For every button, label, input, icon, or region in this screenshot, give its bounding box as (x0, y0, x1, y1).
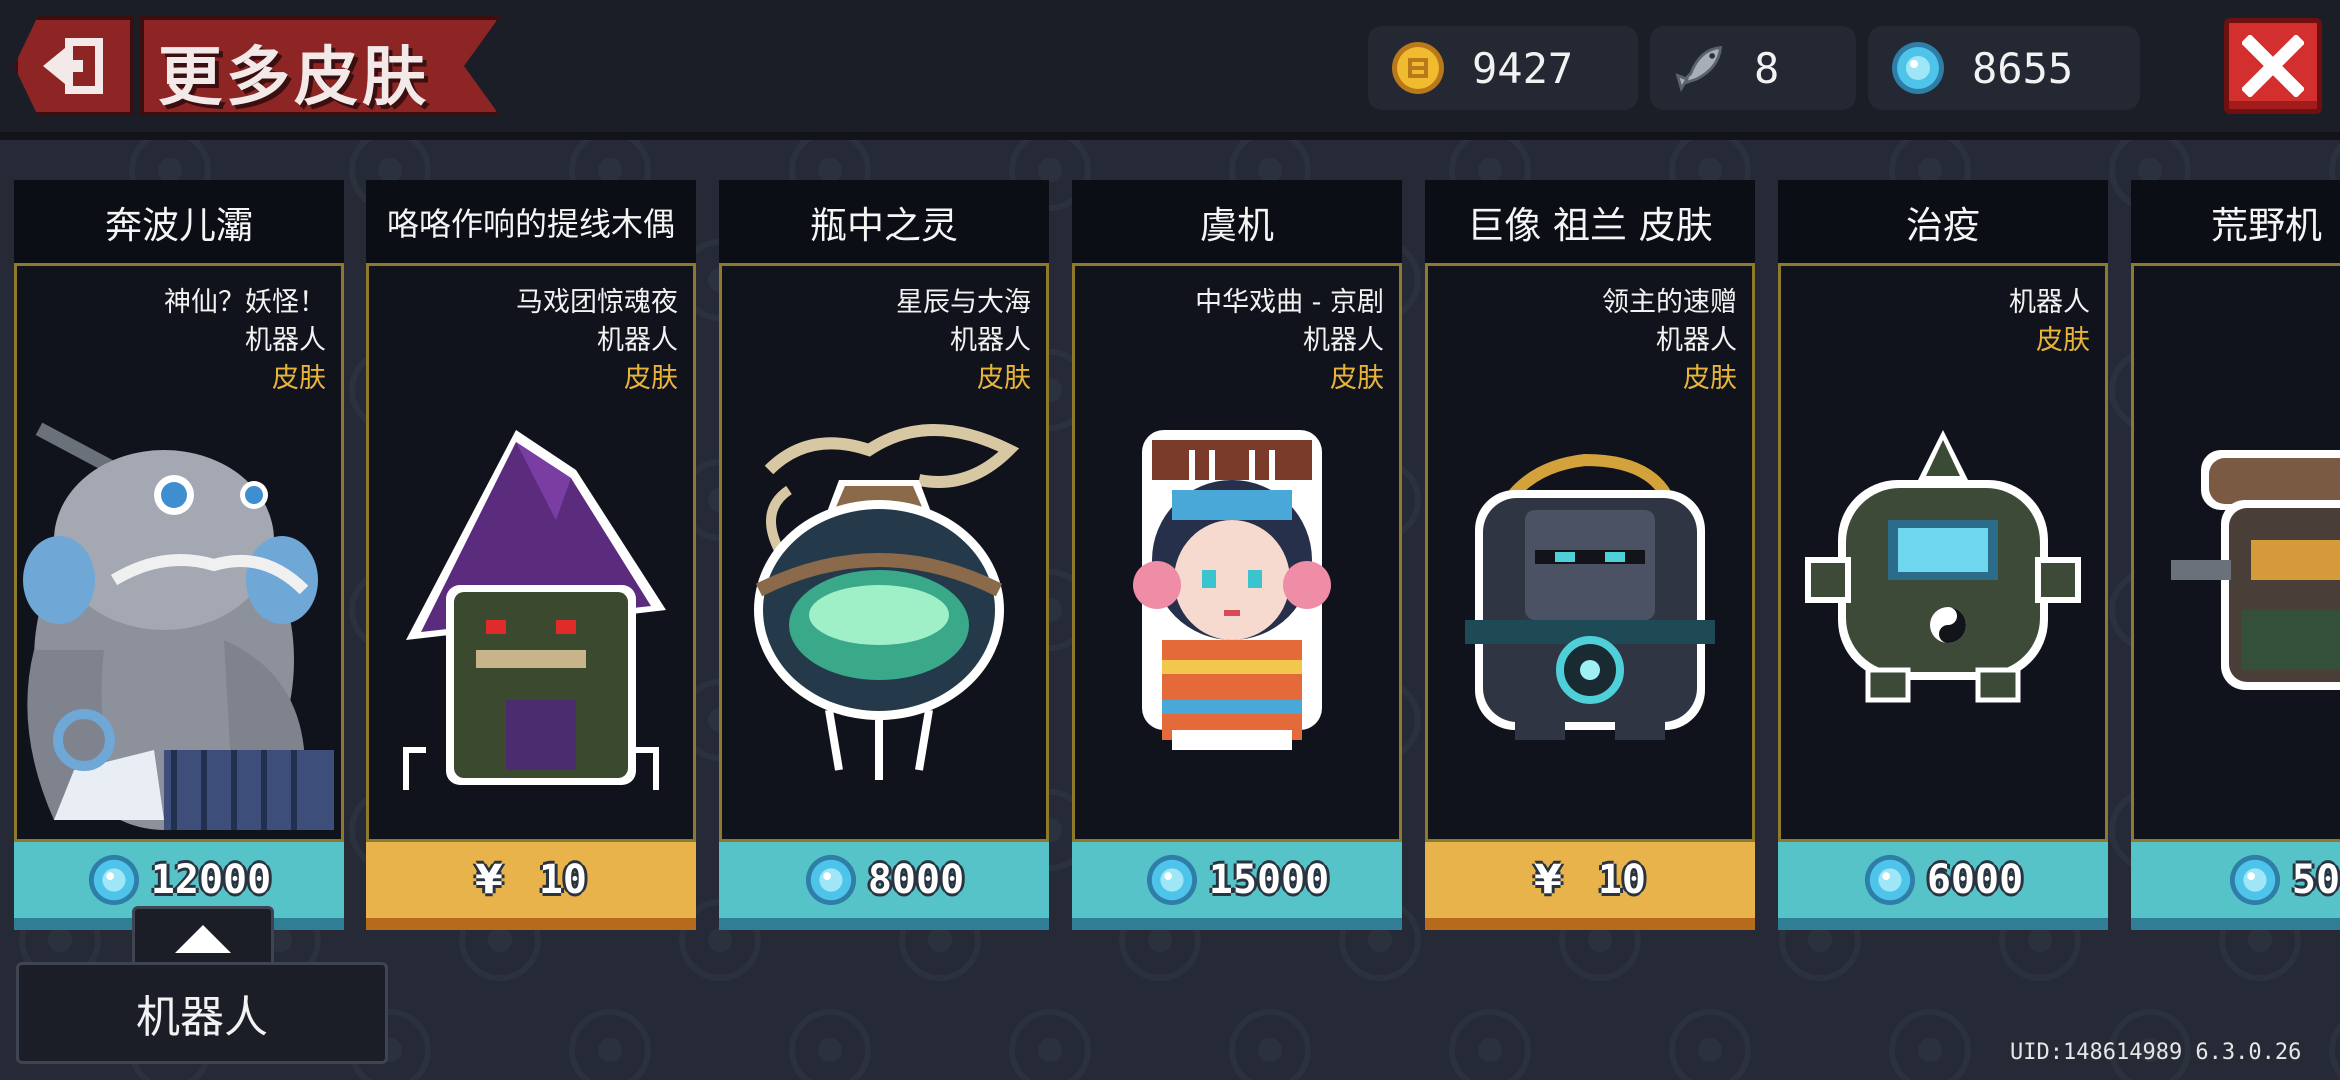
skin-name-bar: 荒野机 (2131, 180, 2340, 266)
skin-hero: 机器人 (2009, 287, 2090, 318)
skin-name-bar: 治疫 (1778, 180, 2108, 266)
close-icon (2242, 35, 2304, 97)
skin-card[interactable]: 奔波儿灞 神仙？妖怪！ 机器人 皮肤 12000 (14, 180, 344, 930)
skin-card[interactable]: 荒野机 500 (2131, 180, 2340, 930)
fish-value: 8 (1754, 43, 1780, 93)
skin-price-button[interactable]: 15000 (1072, 842, 1402, 930)
skin-series: 领主的速赠 (1602, 287, 1737, 318)
skin-price: 12000 (150, 857, 272, 903)
censer-robot-character (1805, 430, 2081, 703)
colossus-knight-character (1465, 453, 1715, 740)
page-title: 更多皮肤 (158, 41, 430, 115)
gold-value: 9427 (1472, 43, 1574, 93)
skin-series: 神仙？妖怪！ (164, 287, 326, 318)
skin-series: 星辰与大海 (896, 287, 1031, 318)
skin-name-bar: 咯咯作响的提线木偶 (366, 180, 696, 266)
back-button[interactable] (14, 16, 134, 116)
cowboy-robot-character (2171, 450, 2340, 690)
gem-icon (805, 854, 856, 906)
skin-name-bar: 瓶中之灵 (719, 180, 1049, 266)
skin-hero: 机器人 (1303, 325, 1384, 356)
skin-price: 6000 (1926, 857, 2024, 903)
skin-series: 马戏团惊魂夜 (516, 287, 678, 318)
skin-card[interactable]: 瓶中之灵 星辰与大海 机器人 皮肤 8000 (719, 180, 1049, 930)
skin-name-bar: 奔波儿灞 (14, 180, 344, 266)
page-title-banner: 更多皮肤 (140, 16, 500, 116)
gold-counter: 9427 (1368, 26, 1638, 110)
uid-version-label: UID:148614989 6.3.0.26 (2010, 1040, 2302, 1065)
fish-icon (1672, 40, 1728, 96)
skin-series: 中华戏曲 - 京剧 (1195, 287, 1384, 318)
top-bar-divider (0, 132, 2340, 140)
gem-value: 8655 (1972, 43, 2074, 93)
skin-tag: 皮肤 (977, 363, 1031, 394)
skin-price-button[interactable]: 6000 (1778, 842, 2108, 930)
skin-hero: 机器人 (1656, 325, 1737, 356)
skin-meta: 马戏团惊魂夜 机器人 皮肤 (516, 284, 678, 398)
skin-meta: 领主的速赠 机器人 皮肤 (1602, 284, 1737, 398)
skin-card[interactable]: 咯咯作响的提线木偶 马戏团惊魂夜 机器人 皮肤 ¥ 10 (366, 180, 696, 930)
gold-coin-icon (1390, 40, 1446, 96)
gem-icon (88, 854, 139, 906)
skin-price: 8000 (867, 857, 965, 903)
skin-price: 15000 (1208, 857, 1330, 903)
currency-symbol: ¥ (474, 857, 503, 903)
skin-tag: 皮肤 (2036, 325, 2090, 356)
exit-icon (43, 38, 103, 94)
skin-hero: 机器人 (950, 325, 1031, 356)
skin-tag: 皮肤 (1683, 363, 1737, 394)
skin-tag: 皮肤 (1330, 363, 1384, 394)
skin-name: 治疫 (1906, 203, 1980, 247)
skin-price-button[interactable]: ¥ 10 (1425, 842, 1755, 930)
skin-price-button[interactable]: 500 (2131, 842, 2340, 930)
skin-list[interactable]: 奔波儿灞 神仙？妖怪！ 机器人 皮肤 12000 咯咯作响的提线木偶 马戏团惊魂… (0, 0, 2340, 1080)
skin-name: 虞机 (1200, 203, 1274, 247)
skin-name-bar: 巨像 祖兰 皮肤 (1425, 180, 1755, 266)
category-selector[interactable]: 机器人 (16, 962, 388, 1064)
caret-up-icon (175, 924, 231, 953)
skin-hero: 机器人 (597, 325, 678, 356)
skin-tag: 皮肤 (624, 363, 678, 394)
gem-counter: 8655 (1868, 26, 2140, 110)
fish-counter: 8 (1650, 26, 1856, 110)
expand-category-button[interactable] (132, 906, 274, 968)
frog-demon-character (23, 422, 334, 830)
skin-name: 荒野机 (2211, 203, 2322, 247)
skin-card[interactable]: 治疫 机器人 皮肤 6000 (1778, 180, 2108, 930)
skin-meta: 中华戏曲 - 京剧 机器人 皮肤 (1195, 284, 1384, 398)
skin-name: 奔波儿灞 (105, 203, 253, 247)
skin-name: 巨像 祖兰 皮肤 (1467, 203, 1713, 247)
gem-icon (1146, 854, 1197, 906)
skin-meta: 星辰与大海 机器人 皮肤 (896, 284, 1031, 398)
skin-card[interactable]: 虞机 中华戏曲 - 京剧 机器人 皮肤 15000 (1072, 180, 1402, 930)
skin-name: 咯咯作响的提线木偶 (386, 204, 675, 243)
skin-meta: 机器人 皮肤 (2009, 284, 2090, 360)
skin-name-bar: 虞机 (1072, 180, 1402, 266)
skin-price: 10 (538, 857, 587, 903)
gem-icon (1890, 40, 1946, 96)
bottle-spirit-character (754, 424, 1020, 780)
skin-price-button[interactable]: 8000 (719, 842, 1049, 930)
skin-name: 瓶中之灵 (810, 203, 958, 247)
close-button[interactable] (2224, 18, 2322, 114)
witch-puppet-character (403, 430, 666, 790)
category-label: 机器人 (136, 992, 268, 1043)
currency-symbol: ¥ (1533, 857, 1562, 903)
skin-card[interactable]: 巨像 祖兰 皮肤 领主的速赠 机器人 皮肤 ¥ 10 (1425, 180, 1755, 930)
skin-price-button[interactable]: ¥ 10 (366, 842, 696, 930)
skin-price: 500 (2291, 857, 2340, 903)
gem-icon (1864, 854, 1915, 906)
skin-price: 10 (1597, 857, 1646, 903)
gem-icon (2229, 854, 2280, 906)
opera-lady-character (1133, 430, 1331, 750)
